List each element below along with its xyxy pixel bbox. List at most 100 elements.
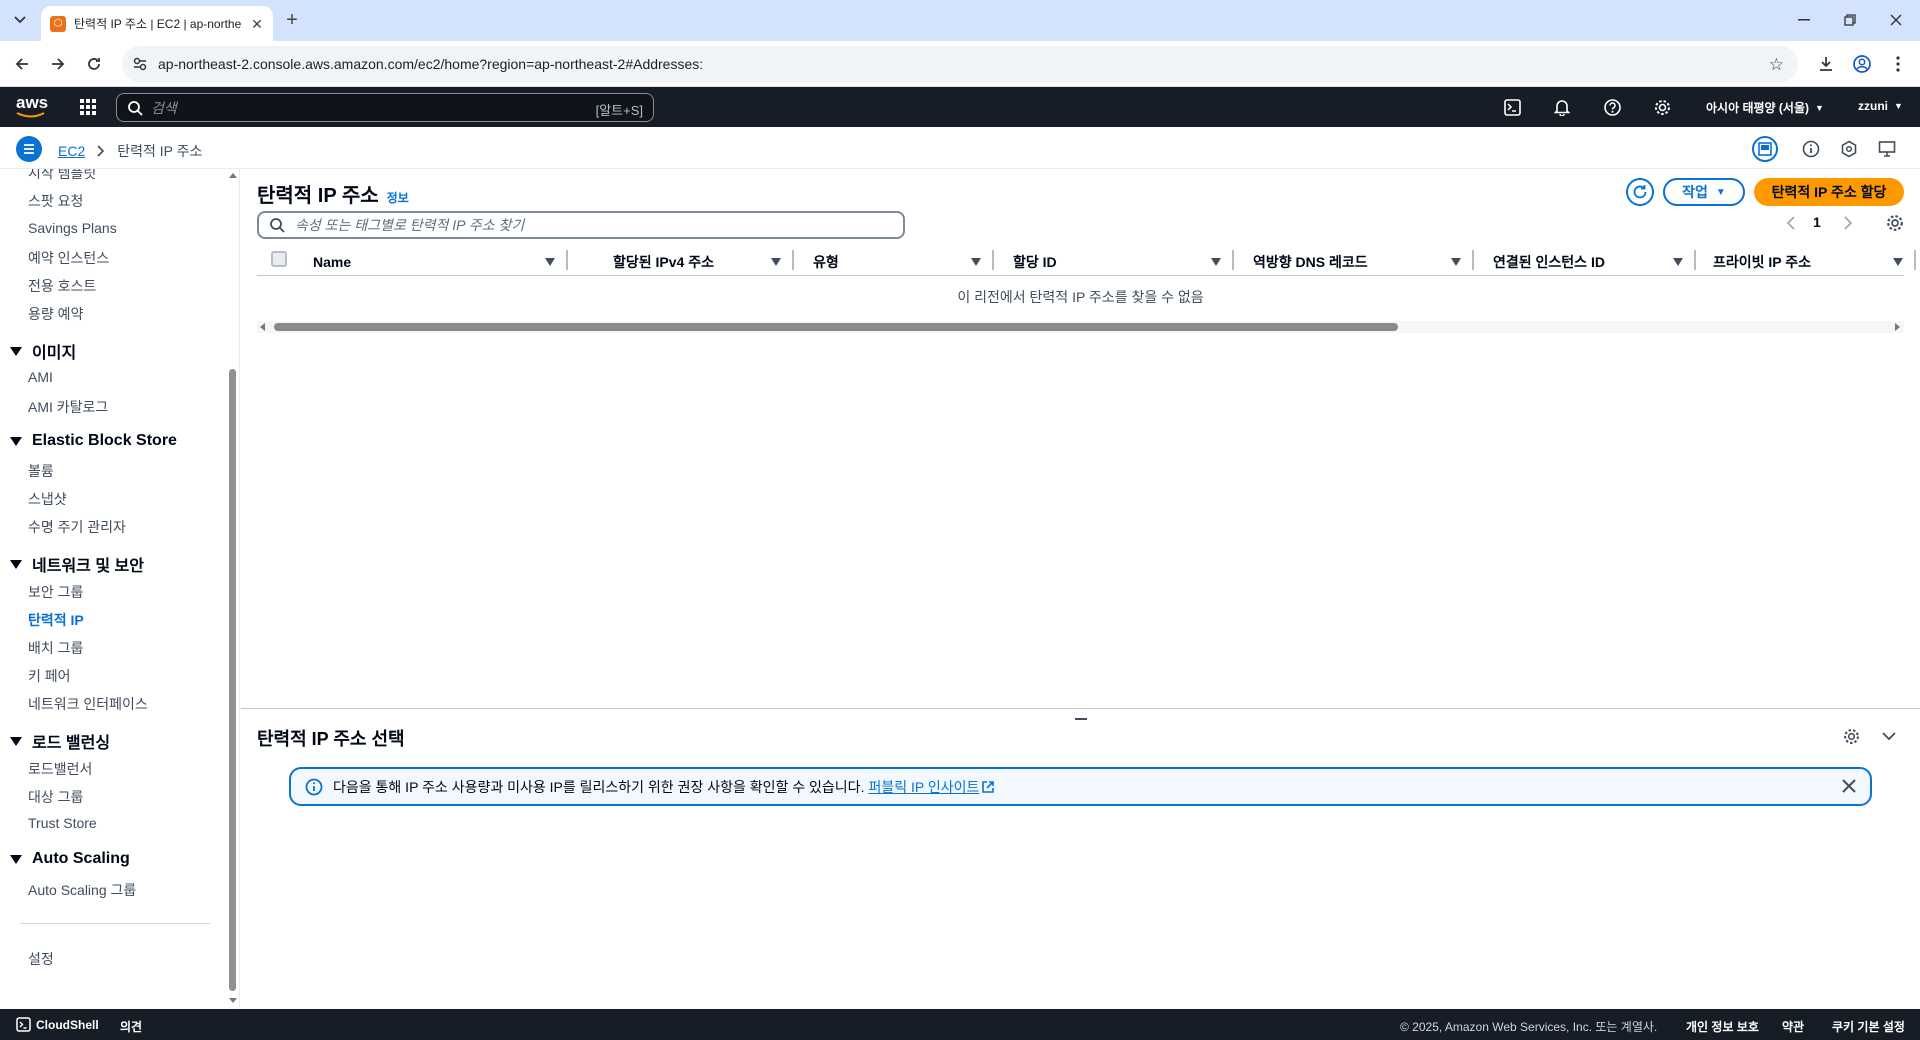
sidebar-item-dedicated-hosts[interactable]: 전용 호스트 — [28, 276, 96, 296]
browser-menu-icon[interactable] — [1884, 50, 1912, 78]
sidebar-item-ami[interactable]: AMI — [28, 369, 53, 385]
profile-icon[interactable] — [1848, 50, 1876, 78]
pagination-prev-icon[interactable] — [1786, 216, 1796, 230]
sort-caret-icon[interactable] — [971, 258, 981, 266]
cookie-preferences-link[interactable]: 쿠키 기본 설정 — [1832, 1018, 1905, 1035]
column-header-allocated-ipv4[interactable]: 할당된 IPv4 주소 — [613, 250, 794, 272]
feedback-monitor-icon[interactable] — [1878, 140, 1896, 158]
tab-close-icon[interactable]: ✕ — [249, 16, 265, 32]
collapse-chevron-down-icon[interactable] — [1881, 731, 1897, 741]
sidebar-item-snapshots[interactable]: 스냅샷 — [28, 489, 67, 509]
scroll-down-arrow-icon[interactable] — [229, 998, 237, 1003]
column-resizer[interactable] — [1914, 250, 1916, 270]
terms-link[interactable]: 약관 — [1782, 1018, 1804, 1035]
sidebar-item-capacity-reservations[interactable]: 용량 예약 — [28, 304, 83, 324]
sort-caret-icon[interactable] — [1211, 258, 1221, 266]
url-bar[interactable]: ap-northeast-2.console.aws.amazon.com/ec… — [122, 46, 1798, 82]
help-icon[interactable] — [1604, 99, 1621, 116]
column-header-name[interactable]: Name — [313, 250, 568, 272]
sidebar-item-key-pairs[interactable]: 키 페어 — [28, 666, 71, 686]
column-resizer[interactable] — [1694, 250, 1696, 270]
sidebar-item-security-groups[interactable]: 보안 그룹 — [28, 582, 83, 602]
reload-icon[interactable] — [80, 50, 108, 78]
sidebar-item-trust-stores[interactable]: Trust Store — [28, 815, 97, 831]
info-link[interactable]: 정보 — [387, 189, 409, 206]
sidebar-item-network-interfaces[interactable]: 네트워크 인터페이스 — [28, 694, 148, 714]
download-icon[interactable] — [1812, 50, 1840, 78]
select-all-checkbox[interactable] — [271, 251, 287, 267]
table-horizontal-scrollbar[interactable] — [257, 321, 1904, 333]
public-ip-insights-link[interactable]: 퍼블릭 IP 인사이트 — [868, 777, 995, 797]
breadcrumb-ec2-link[interactable]: EC2 — [58, 143, 85, 159]
column-resizer[interactable] — [1472, 250, 1474, 270]
scroll-up-arrow-icon[interactable] — [229, 173, 237, 178]
aws-logo[interactable]: aws — [16, 94, 48, 118]
tab-search-icon[interactable] — [6, 6, 34, 34]
filter-search-input[interactable]: 속성 또는 태그별로 탄력적 IP 주소 찾기 — [257, 211, 905, 239]
tools-panel-toggle-icon[interactable] — [1752, 136, 1778, 162]
notifications-bell-icon[interactable] — [1554, 99, 1570, 116]
site-info-icon[interactable] — [132, 56, 148, 72]
sort-caret-icon[interactable] — [1893, 258, 1903, 266]
sort-caret-icon[interactable] — [545, 258, 555, 266]
feedback-link[interactable]: 의견 — [120, 1018, 142, 1035]
split-panel-preferences-gear-icon[interactable] — [1843, 728, 1860, 745]
allocate-elastic-ip-button[interactable]: 탄력적 IP 주소 할당 — [1754, 178, 1904, 206]
sidebar-item-volumes[interactable]: 볼륨 — [28, 461, 54, 481]
scroll-right-arrow-icon[interactable] — [1895, 323, 1900, 331]
aws-search-input[interactable]: 검색 [알트+S] — [116, 93, 654, 122]
bookmark-star-icon[interactable]: ☆ — [1769, 55, 1784, 75]
hexagon-settings-icon[interactable] — [1840, 140, 1858, 158]
sidebar-item-placement-groups[interactable]: 배치 그룹 — [28, 638, 83, 658]
cloudshell-footer-icon[interactable] — [16, 1017, 31, 1032]
pagination-next-icon[interactable] — [1843, 216, 1853, 230]
sidebar-section-ebs[interactable]: Elastic Block Store — [10, 432, 177, 450]
sort-caret-icon[interactable] — [1673, 258, 1683, 266]
sidebar-item-settings[interactable]: 설정 — [28, 949, 54, 969]
info-panel-icon[interactable] — [1802, 140, 1820, 158]
sidebar-item-reserved-instances[interactable]: 예약 인스턴스 — [28, 248, 109, 268]
region-selector[interactable]: 아시아 태평양 (서울) ▼ — [1706, 99, 1824, 116]
sidebar-item-spot-requests[interactable]: 스팟 요청 — [28, 191, 83, 211]
sidebar-item-lifecycle-manager[interactable]: 수명 주기 관리자 — [28, 517, 126, 537]
column-resizer[interactable] — [792, 250, 794, 270]
column-header-associated-instance[interactable]: 연결된 인스턴스 ID — [1493, 250, 1696, 272]
column-resizer[interactable] — [566, 250, 568, 270]
back-icon[interactable] — [8, 50, 36, 78]
column-header-private-ip[interactable]: 프라이빗 IP 주소 — [1713, 250, 1916, 272]
sidebar-section-load-balancing[interactable]: 로드 밸런싱 — [10, 729, 110, 753]
table-scroll-thumb[interactable] — [274, 323, 1398, 331]
browser-tab-active[interactable]: ⬡ 탄력적 IP 주소 | EC2 | ap-northe ✕ — [41, 6, 273, 41]
column-header-allocation-id[interactable]: 할당 ID — [1013, 250, 1234, 272]
side-nav-toggle-icon[interactable] — [16, 136, 42, 162]
refresh-button[interactable] — [1626, 178, 1654, 206]
sort-caret-icon[interactable] — [1451, 258, 1461, 266]
column-resizer[interactable] — [992, 250, 994, 270]
sort-caret-icon[interactable] — [771, 258, 781, 266]
table-preferences-gear-icon[interactable] — [1886, 214, 1904, 232]
pagination-page-number[interactable]: 1 — [1813, 214, 1821, 230]
cloudshell-icon[interactable] — [1504, 99, 1521, 116]
cloudshell-link[interactable]: CloudShell — [36, 1018, 99, 1032]
sidebar-item-auto-scaling-groups[interactable]: Auto Scaling 그룹 — [28, 880, 136, 900]
sidebar-item-target-groups[interactable]: 대상 그룹 — [28, 787, 83, 807]
sidebar-item-ami-catalog[interactable]: AMI 카탈로그 — [28, 397, 108, 417]
split-panel-drag-handle[interactable] — [1075, 718, 1087, 720]
sidebar-section-auto-scaling[interactable]: Auto Scaling — [10, 850, 130, 868]
column-resizer[interactable] — [1232, 250, 1234, 270]
window-close-icon[interactable] — [1882, 6, 1910, 34]
sidebar-item-launch-templates[interactable]: 시작 템플릿 — [28, 169, 96, 183]
restore-icon[interactable] — [1836, 6, 1864, 34]
forward-icon[interactable] — [44, 50, 72, 78]
sidebar-item-elastic-ip-active[interactable]: 탄력적 IP — [28, 610, 84, 630]
privacy-link[interactable]: 개인 정보 보호 — [1686, 1018, 1759, 1035]
scroll-left-arrow-icon[interactable] — [260, 323, 265, 331]
services-grid-icon[interactable] — [80, 99, 96, 115]
settings-gear-icon[interactable] — [1654, 99, 1671, 116]
sidebar-scroll-thumb[interactable] — [229, 369, 236, 991]
new-tab-icon[interactable]: + — [278, 6, 306, 34]
sidebar-item-savings-plans[interactable]: Savings Plans — [28, 220, 117, 236]
sidebar-scrollbar[interactable] — [228, 169, 238, 1009]
sidebar-section-network-security[interactable]: 네트워크 및 보안 — [10, 552, 144, 576]
sidebar-section-images[interactable]: 이미지 — [10, 339, 76, 363]
